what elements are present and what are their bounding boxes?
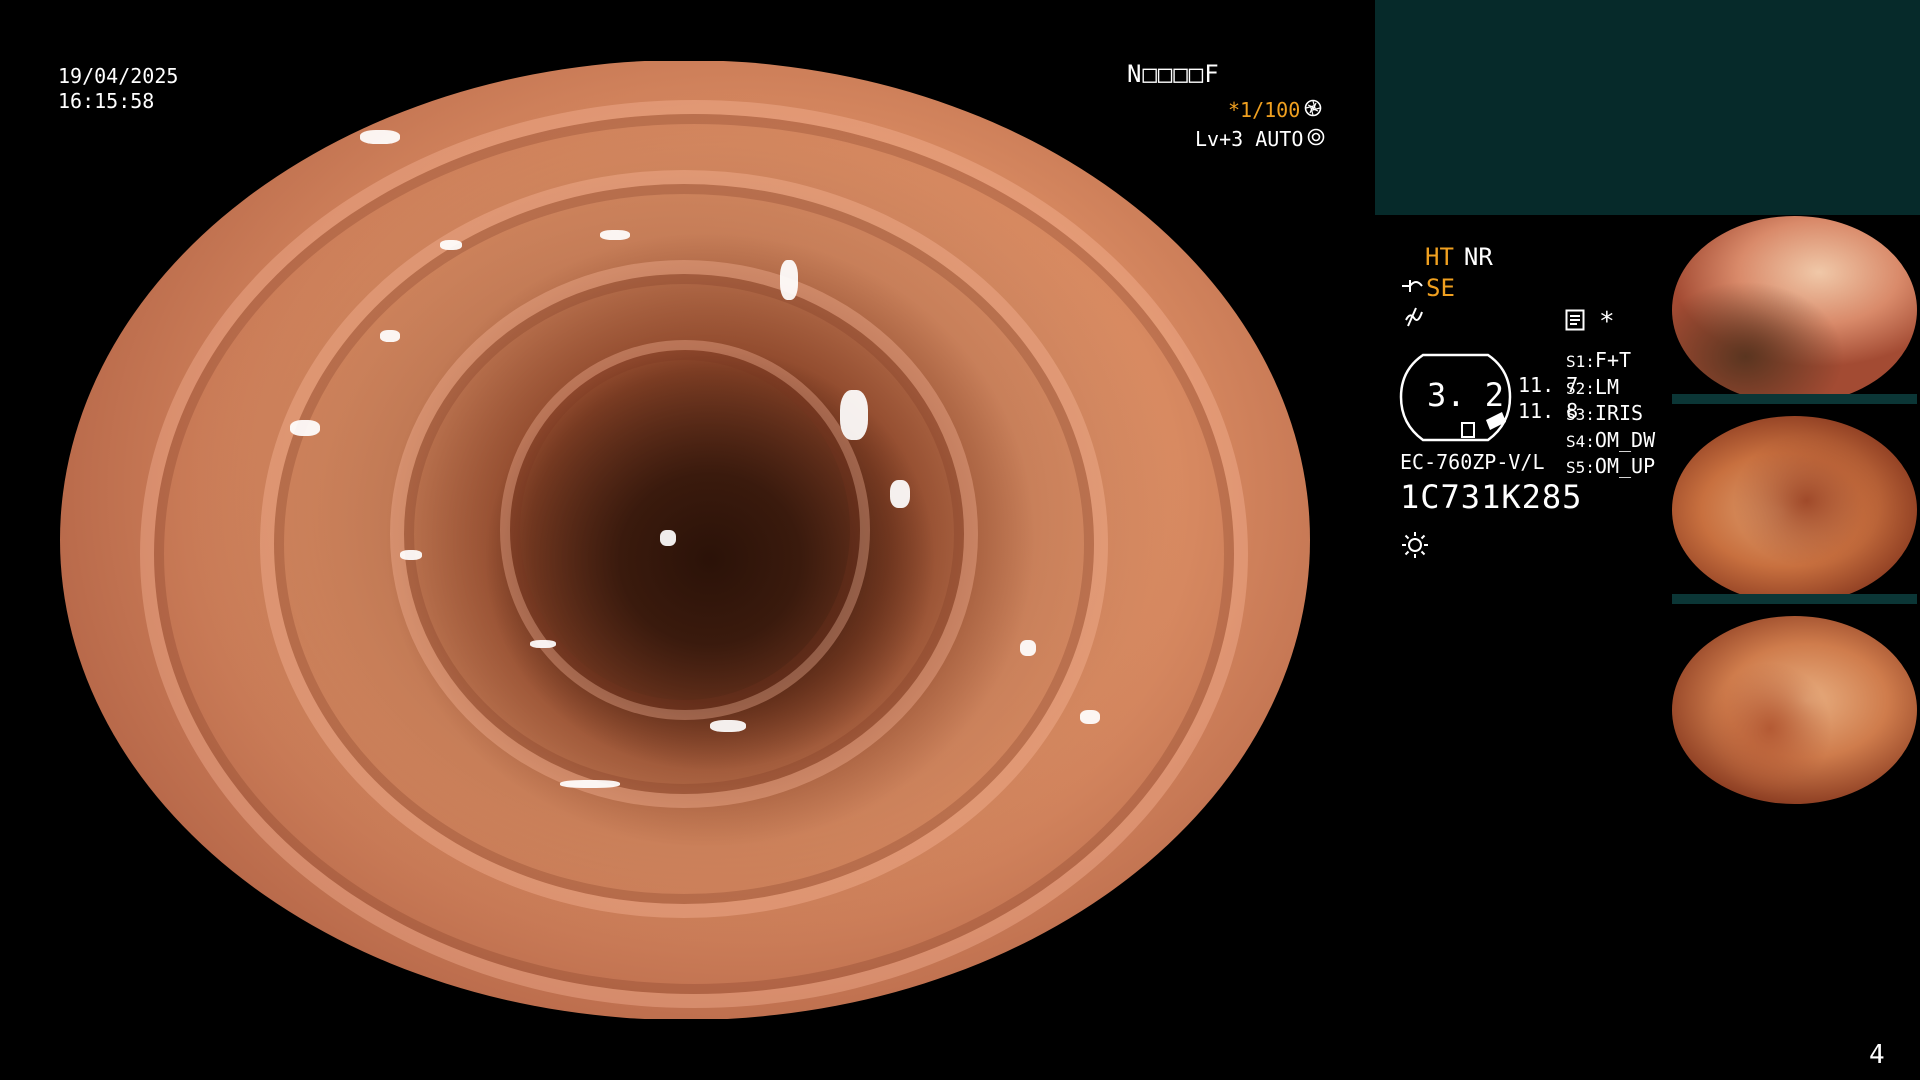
scope-button-item: S4:OM_DW	[1566, 427, 1656, 452]
capture-thumbnail[interactable]	[1672, 416, 1917, 604]
date-label: 19/04/2025	[58, 64, 179, 88]
capture-thumbnail[interactable]	[1672, 616, 1917, 804]
light-reflection	[1020, 640, 1036, 656]
info-panel-header	[1375, 0, 1920, 215]
light-reflection	[400, 550, 422, 560]
scope-model-label: EC-760ZP-V/L	[1400, 450, 1545, 474]
aperture-icon	[1304, 99, 1322, 121]
ht-label: HT	[1425, 243, 1454, 271]
light-reflection	[1080, 710, 1100, 724]
light-reflection	[440, 240, 462, 250]
se-label: SE	[1426, 274, 1455, 302]
structure-icon	[1400, 274, 1424, 302]
memo-icon	[1565, 309, 1585, 335]
mucosal-fold	[500, 340, 870, 720]
magnification-value: 3. 2	[1427, 376, 1505, 414]
light-reflection	[560, 780, 620, 788]
light-reflection	[780, 260, 798, 300]
light-reflection	[710, 720, 746, 732]
light-reflection	[840, 390, 868, 440]
color-enhance-icon	[1402, 306, 1424, 332]
scope-button-item: S1:F+T	[1566, 348, 1632, 372]
sun-icon	[1400, 530, 1430, 564]
star-label: *	[1599, 307, 1615, 337]
level-auto-label: Lv+3 AUTO	[1195, 127, 1304, 151]
frame-mask	[60, 1019, 1310, 1080]
nr-label: NR	[1463, 243, 1493, 271]
endoscope-main-image	[60, 60, 1310, 1020]
light-reflection	[290, 420, 320, 436]
capture-count: 4	[1869, 1040, 1885, 1070]
scope-serial-label: 1C731K285	[1400, 478, 1583, 516]
id-code-label: N□□□□F	[1127, 60, 1220, 88]
shutter-label: *1/100	[1228, 98, 1301, 122]
light-reflection	[890, 480, 910, 508]
light-reflection	[360, 130, 400, 144]
light-reflection	[380, 330, 400, 342]
iris-icon	[1307, 128, 1325, 150]
scope-button-item: S5:OM_UP	[1566, 454, 1656, 478]
light-reflection	[530, 640, 556, 648]
frame-mask	[60, 0, 1310, 61]
scope-button-list: S1:F+T S2:LM S3:IRIS S4:OM_DW S5:OM_UP	[1566, 348, 1655, 481]
light-reflection	[660, 530, 676, 546]
scope-button-item: S3:IRIS	[1566, 401, 1644, 425]
light-reflection	[600, 230, 630, 240]
scope-button-item: S2:LM	[1566, 374, 1619, 399]
time-label: 16:15:58	[58, 89, 155, 113]
capture-thumbnail[interactable]	[1672, 216, 1917, 404]
